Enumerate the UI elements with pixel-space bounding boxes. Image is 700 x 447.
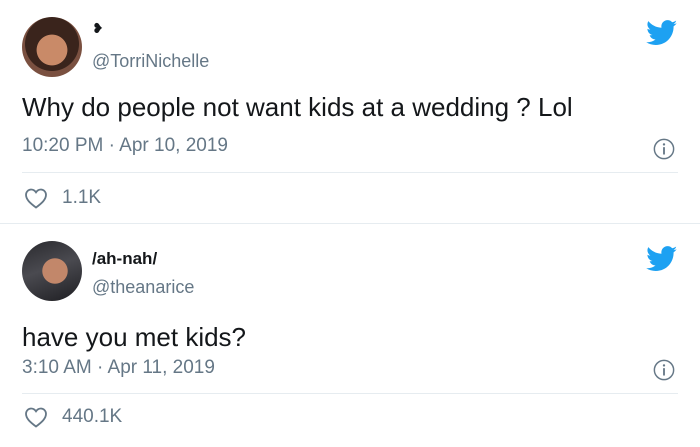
- like-count: 440.1K: [62, 406, 123, 427]
- avatar[interactable]: [22, 241, 82, 301]
- tweet-card[interactable]: /ah-nah/ @theanarice have you met kids? …: [0, 224, 700, 447]
- avatar[interactable]: [22, 17, 82, 77]
- twitter-bird-icon[interactable]: [646, 246, 678, 272]
- timestamp[interactable]: 3:10 AM · Apr 11, 2019: [22, 357, 215, 379]
- display-name[interactable]: /ah-nah/: [92, 249, 157, 269]
- user-handle[interactable]: @theanarice: [92, 277, 194, 298]
- divider: [22, 172, 678, 173]
- display-name[interactable]: ❥: [92, 20, 104, 37]
- tweet-card[interactable]: ❥ @TorriNichelle Why do people not want …: [0, 0, 700, 224]
- like-button[interactable]: 1.1K: [24, 187, 101, 209]
- timestamp[interactable]: 10:20 PM · Apr 10, 2019: [22, 135, 228, 157]
- tweet-text: Why do people not want kids at a wedding…: [22, 92, 573, 122]
- twitter-bird-icon[interactable]: [646, 20, 678, 46]
- info-icon[interactable]: [653, 359, 675, 381]
- heart-icon: [25, 407, 47, 428]
- like-count: 1.1K: [62, 187, 102, 208]
- heart-icon: [25, 188, 47, 209]
- tweet-text: have you met kids?: [22, 322, 247, 352]
- like-button[interactable]: 440.1K: [24, 406, 122, 428]
- user-handle[interactable]: @TorriNichelle: [92, 51, 209, 72]
- divider: [22, 393, 678, 394]
- info-icon[interactable]: [653, 138, 675, 160]
